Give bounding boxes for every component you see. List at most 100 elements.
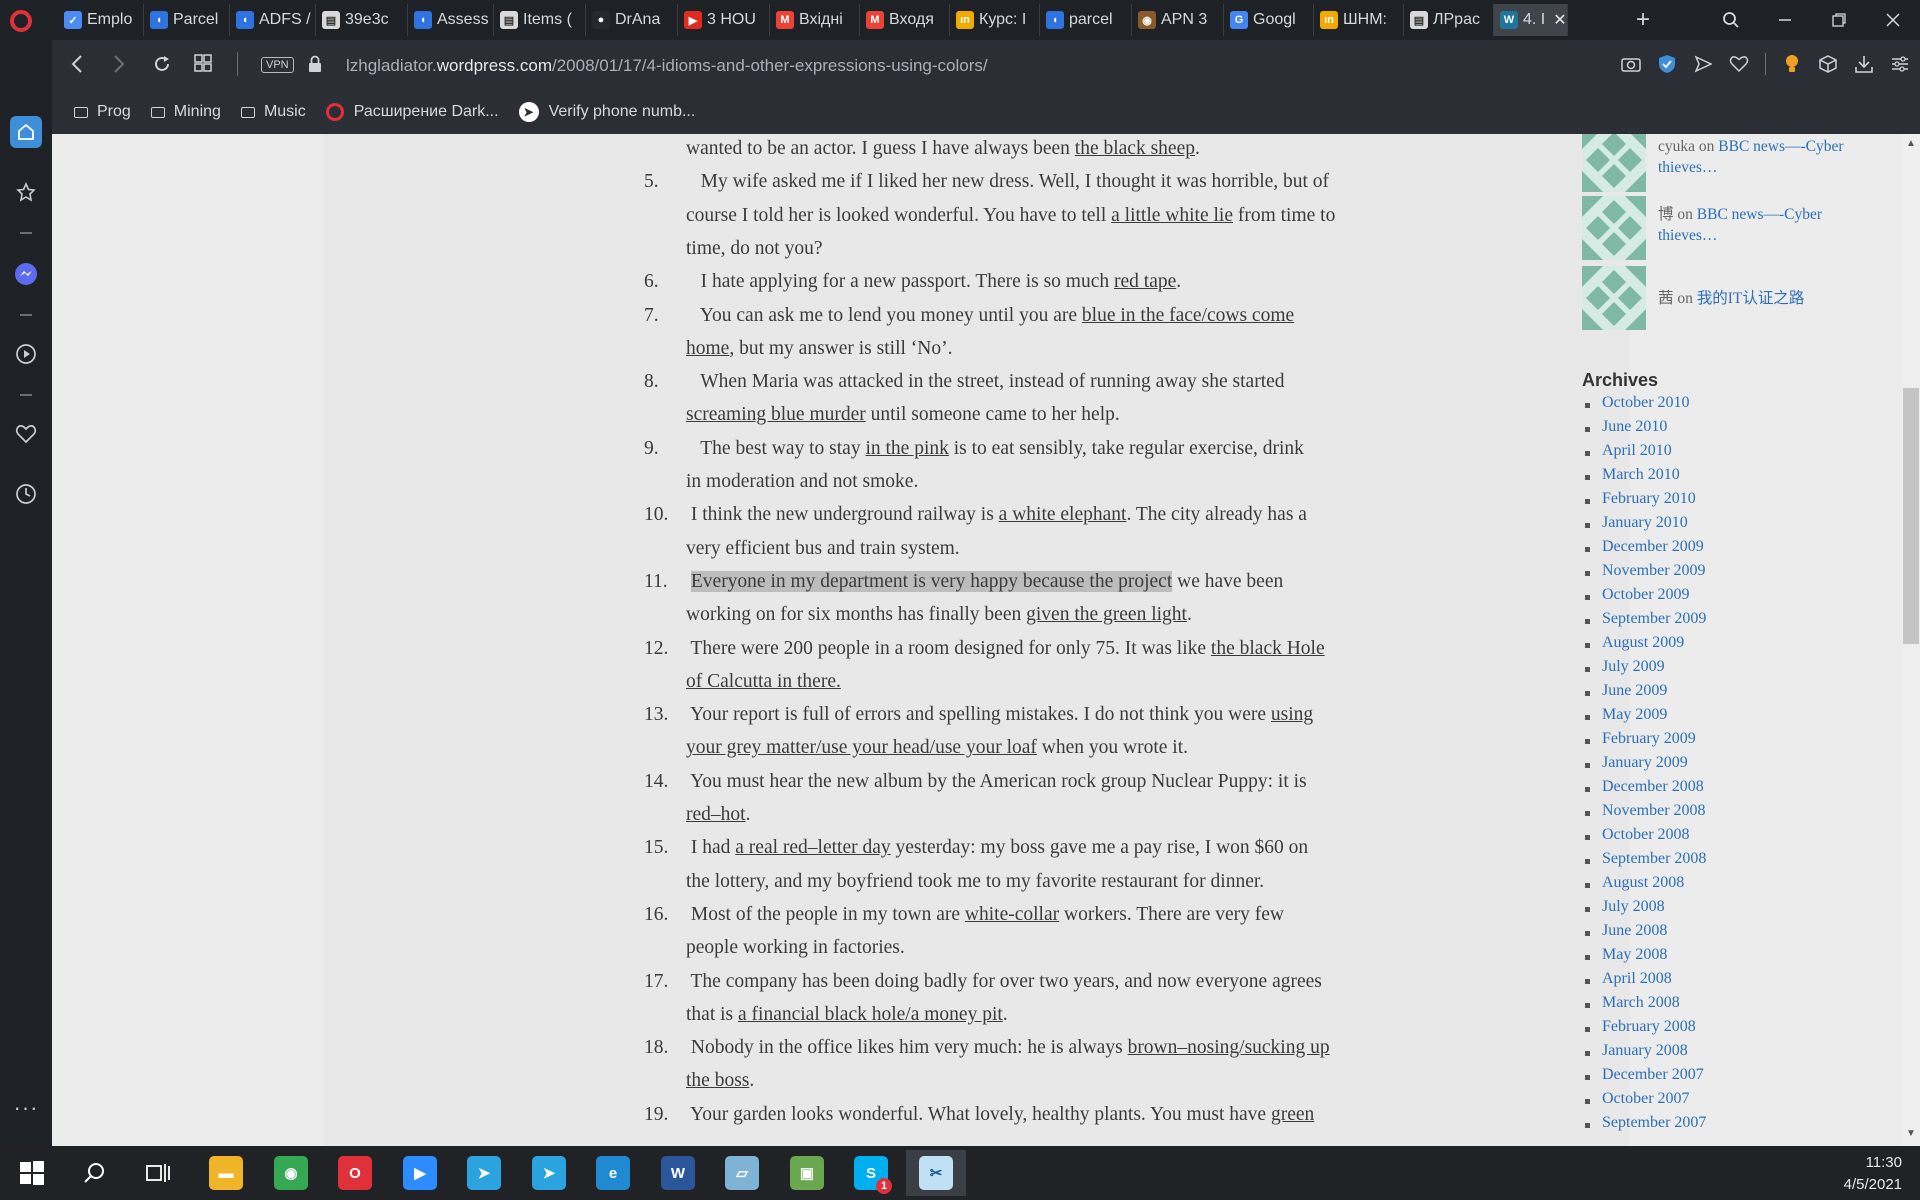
scroll-down-arrow-icon[interactable]: ▼ [1905, 1128, 1917, 1140]
browser-tab[interactable]: ▤ ЛРрас [1404, 4, 1494, 36]
browser-tab[interactable]: ın Курс: I [950, 4, 1040, 36]
browser-tab[interactable]: ● DrAna [586, 4, 678, 36]
player-icon[interactable] [10, 338, 42, 370]
back-button[interactable] [70, 54, 84, 80]
bookmarks-heart-icon[interactable] [10, 418, 42, 450]
archive-link[interactable]: January 2008 [1582, 1042, 1706, 1066]
bookmark-heart-icon[interactable] [1729, 53, 1749, 75]
archive-link[interactable]: May 2009 [1582, 706, 1706, 730]
extensions-cube-icon[interactable] [1818, 53, 1838, 75]
archive-link[interactable]: July 2008 [1582, 898, 1706, 922]
download-icon[interactable] [1854, 53, 1874, 75]
bookmark-item[interactable]: Mining [150, 103, 221, 121]
archive-link[interactable]: May 2008 [1582, 946, 1706, 970]
archive-link[interactable]: December 2008 [1582, 778, 1706, 802]
tips-bulb-icon[interactable] [1782, 53, 1802, 75]
archive-link[interactable]: September 2009 [1582, 610, 1706, 634]
taskbar-app-file-explorer[interactable]: ▬ [196, 1150, 256, 1196]
archive-link[interactable]: March 2010 [1582, 466, 1706, 490]
archive-link[interactable]: June 2008 [1582, 922, 1706, 946]
adblock-shield-icon[interactable] [1657, 53, 1677, 75]
browser-tab[interactable]: ◖ Assess [408, 4, 494, 36]
tab-grid-icon[interactable] [194, 54, 212, 78]
archive-link[interactable]: January 2010 [1582, 514, 1706, 538]
bookmark-item[interactable]: Music [240, 103, 306, 121]
taskbar-search-icon[interactable] [64, 1150, 124, 1196]
archive-link[interactable]: December 2009 [1582, 538, 1706, 562]
start-button[interactable] [2, 1150, 62, 1196]
archive-link[interactable]: November 2009 [1582, 562, 1706, 586]
sidebar-more-icon[interactable]: ··· [10, 1092, 42, 1124]
archive-link[interactable]: August 2008 [1582, 874, 1706, 898]
task-view-icon[interactable] [128, 1150, 188, 1196]
bookmark-item[interactable]: Расширение Dark... [325, 103, 499, 121]
archive-link[interactable]: April 2010 [1582, 442, 1706, 466]
archive-link[interactable]: April 2008 [1582, 970, 1706, 994]
system-clock[interactable]: 11:30 4/5/2021 [1844, 1152, 1902, 1196]
browser-tab[interactable]: ın ШНМ: [1314, 4, 1404, 36]
archive-link[interactable]: January 2009 [1582, 754, 1706, 778]
archive-link[interactable]: September 2007 [1582, 1114, 1706, 1138]
comment-post-link[interactable]: 我的IT认证之路 [1697, 290, 1805, 307]
browser-tab[interactable]: ▶ 3 HOU [678, 4, 770, 36]
vpn-badge[interactable]: VPN [261, 57, 294, 73]
browser-tab[interactable]: ◉ APN 3 [1132, 4, 1224, 36]
speed-dial-icon[interactable] [10, 176, 42, 208]
bookmark-item[interactable]: Prog [74, 103, 131, 121]
browser-tab[interactable]: ◖ parcel [1040, 4, 1132, 36]
scrollbar-thumb[interactable] [1903, 388, 1919, 644]
browser-tab[interactable]: ◖ ADFS / [230, 4, 316, 36]
reload-icon[interactable] [152, 54, 172, 80]
taskbar-app-skype[interactable]: S1 [841, 1150, 901, 1196]
taskbar-app-telegram[interactable]: ➤ [454, 1150, 514, 1196]
taskbar-app-zoom[interactable]: ▶ [390, 1150, 450, 1196]
scroll-up-arrow-icon[interactable]: ▲ [1905, 138, 1917, 150]
archive-link[interactable]: October 2008 [1582, 826, 1706, 850]
history-clock-icon[interactable] [10, 478, 42, 510]
archive-link[interactable]: August 2009 [1582, 634, 1706, 658]
browser-tab[interactable]: ▤ 39e3c [316, 4, 408, 36]
lock-icon[interactable] [308, 55, 322, 78]
bookmark-item[interactable]: ➤ Verify phone numb... [518, 102, 695, 122]
easy-setup-icon[interactable] [1890, 53, 1910, 75]
archive-link[interactable]: February 2009 [1582, 730, 1706, 754]
taskbar-app-image-editor[interactable]: ▣ [777, 1150, 837, 1196]
home-icon[interactable] [10, 116, 42, 148]
send-icon[interactable] [1693, 53, 1713, 75]
archive-link[interactable]: November 2008 [1582, 802, 1706, 826]
messenger-icon[interactable] [10, 258, 42, 290]
opera-menu-icon[interactable] [10, 10, 32, 32]
url-field[interactable]: lzhgladiator.wordpress.com/2008/01/17/4-… [346, 56, 988, 76]
new-tab-button[interactable]: + [1636, 6, 1650, 34]
search-tabs-icon[interactable] [1704, 0, 1758, 40]
minimize-button[interactable] [1758, 0, 1812, 40]
forward-button[interactable] [112, 54, 126, 80]
archive-link[interactable]: July 2009 [1582, 658, 1706, 682]
restore-button[interactable] [1812, 0, 1866, 40]
archive-link[interactable]: September 2008 [1582, 850, 1706, 874]
archive-link[interactable]: February 2010 [1582, 490, 1706, 514]
archive-link[interactable]: December 2007 [1582, 1066, 1706, 1090]
avatar[interactable] [1582, 266, 1646, 330]
avatar[interactable] [1582, 196, 1646, 260]
close-window-button[interactable] [1866, 0, 1920, 40]
archive-link[interactable]: June 2009 [1582, 682, 1706, 706]
archive-link[interactable]: March 2008 [1582, 994, 1706, 1018]
archive-link[interactable]: October 2010 [1582, 394, 1706, 418]
archive-link[interactable]: October 2007 [1582, 1090, 1706, 1114]
taskbar-app-opera[interactable]: O [325, 1150, 385, 1196]
taskbar-app-chrome[interactable]: ◉ [261, 1150, 321, 1196]
snapshot-camera-icon[interactable] [1621, 53, 1641, 75]
browser-tab[interactable]: G Googl [1224, 4, 1314, 36]
browser-tab[interactable]: ✓ Emplo [58, 4, 144, 36]
taskbar-app-snipping-tool[interactable]: ✂ [906, 1150, 966, 1196]
browser-tab[interactable]: ▤ Items ( [494, 4, 586, 36]
avatar[interactable] [1582, 134, 1646, 192]
taskbar-app-telegram-2[interactable]: ➤ [519, 1150, 579, 1196]
archive-link[interactable]: February 2008 [1582, 1018, 1706, 1042]
taskbar-app-notes[interactable]: ▱ [712, 1150, 772, 1196]
browser-tab[interactable]: M Вхідні [770, 4, 860, 36]
archive-link[interactable]: June 2010 [1582, 418, 1706, 442]
page-scrollbar[interactable]: ▲ ▼ [1902, 134, 1920, 1146]
archive-link[interactable]: October 2009 [1582, 586, 1706, 610]
